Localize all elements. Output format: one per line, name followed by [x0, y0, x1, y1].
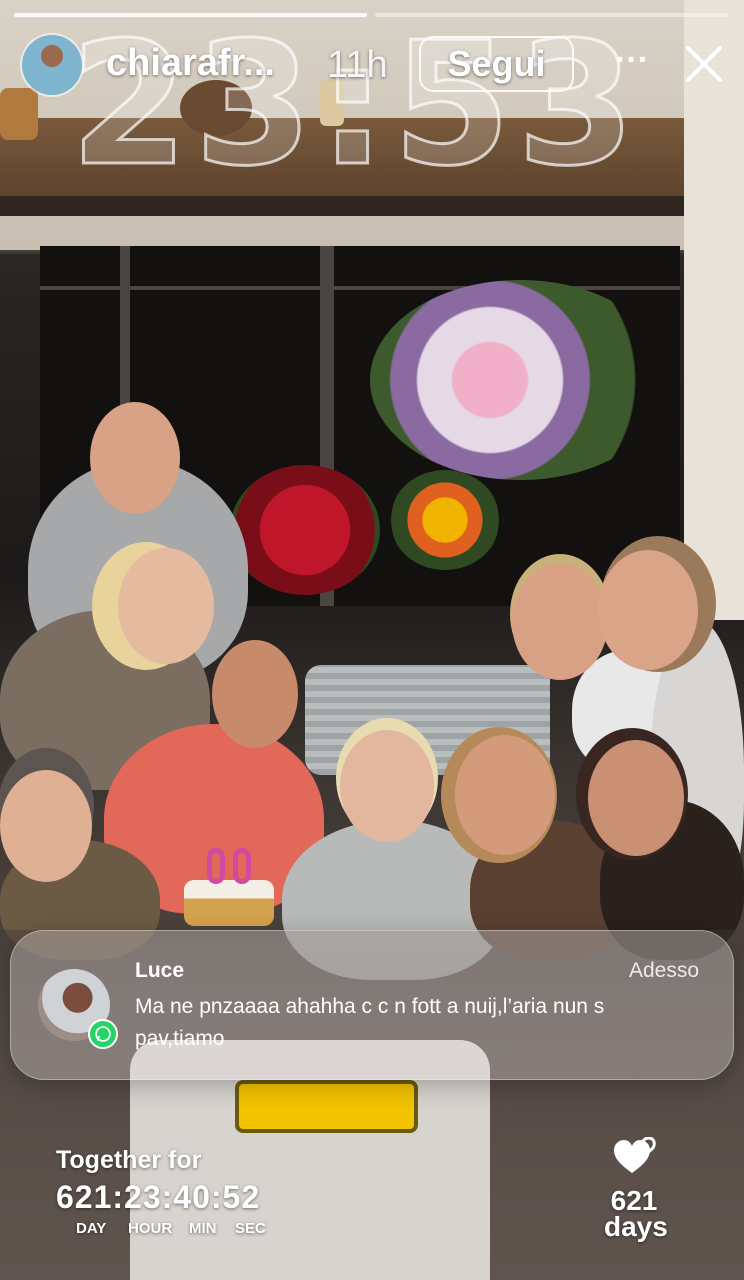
unit-day: DAY	[76, 1220, 107, 1237]
person-head	[90, 402, 180, 514]
notification-banner[interactable]: Luce Adesso Ma ne pnzaaaa ahahha c c n f…	[10, 930, 734, 1080]
person-head	[455, 735, 555, 855]
flower-bouquet	[370, 280, 670, 480]
flower-bouquet	[390, 470, 500, 570]
follow-button[interactable]: Segui	[419, 36, 574, 92]
together-counter: Together for 621:23:40:52 DAY HOUR MIN S…	[56, 1146, 266, 1237]
unit-hour: HOUR	[128, 1220, 173, 1237]
person-head	[512, 564, 608, 680]
avatar[interactable]	[22, 35, 82, 95]
hearts-icon	[614, 1137, 656, 1173]
ellipsis-icon[interactable]: ···	[614, 43, 650, 78]
birthday-cake	[184, 880, 274, 926]
notification-message: Ma ne pnzaaaa ahahha c c n fott a nuij,l…	[135, 995, 605, 1050]
person-head	[598, 550, 698, 670]
notification-time: Adesso	[628, 959, 699, 982]
progress-segment	[375, 13, 728, 17]
days-label: days	[604, 1211, 668, 1242]
close-icon[interactable]	[682, 42, 726, 86]
story-progress-bar	[14, 13, 728, 17]
tshirt-print	[235, 1080, 418, 1133]
whatsapp-icon	[88, 1019, 118, 1049]
username[interactable]: chiarafr...	[106, 42, 275, 85]
person-head	[0, 770, 92, 882]
person-head	[118, 548, 214, 664]
story-header: chiarafr... 11h Segui ···	[22, 34, 732, 96]
together-value: 621:23:40:52	[56, 1179, 261, 1215]
person-head	[588, 740, 684, 856]
candle-0	[233, 848, 251, 884]
unit-sec: SEC	[235, 1220, 266, 1237]
flower-bouquet	[230, 465, 380, 595]
candle-8	[207, 848, 225, 884]
days-count: 621 days	[604, 1187, 668, 1242]
together-label: Together for	[56, 1146, 202, 1174]
person-head	[212, 640, 298, 748]
notification-sender: Luce	[135, 959, 185, 982]
person-head	[340, 730, 434, 842]
unit-min: MIN	[189, 1220, 217, 1237]
progress-segment	[14, 13, 367, 17]
post-time: 11h	[327, 44, 388, 86]
